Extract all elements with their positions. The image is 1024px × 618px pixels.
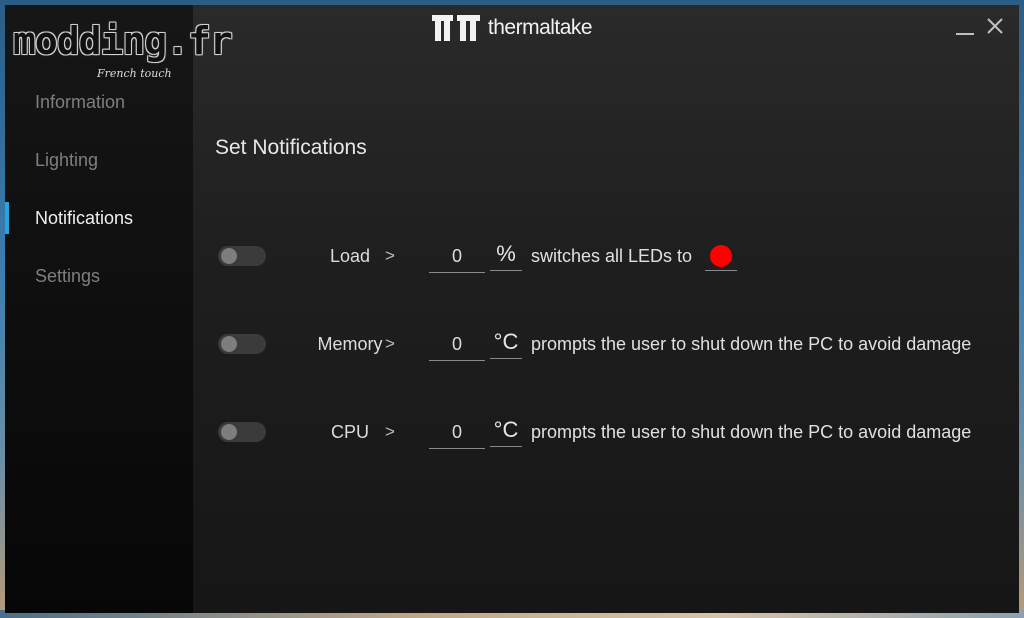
cpu-threshold-input[interactable] <box>429 416 485 449</box>
led-color-swatch <box>710 245 732 267</box>
row-operator: > <box>385 246 395 265</box>
notification-row-memory: Memory > °C prompts the user to shut dow… <box>215 324 995 364</box>
load-threshold-input[interactable] <box>429 240 485 273</box>
notification-row-cpu: CPU > °C prompts the user to shut down t… <box>215 412 995 452</box>
memory-threshold-input[interactable] <box>429 328 485 361</box>
main-panel: Set Notifications Load > % switches all … <box>193 5 1019 613</box>
sidebar: Information Lighting Notifications Setti… <box>5 5 193 613</box>
sidebar-item-information[interactable]: Information <box>5 82 193 122</box>
row-description: prompts the user to shut down the PC to … <box>531 334 972 354</box>
row-label: CPU <box>330 422 369 442</box>
memory-unit-select[interactable]: °C <box>490 328 522 359</box>
sidebar-item-label: Notifications <box>35 207 134 228</box>
load-toggle[interactable] <box>218 246 266 266</box>
load-unit-select[interactable]: % <box>490 240 522 271</box>
sidebar-item-label: Settings <box>35 265 101 286</box>
toggle-knob <box>221 248 237 264</box>
window-controls <box>955 15 1005 37</box>
memory-toggle[interactable] <box>218 334 266 354</box>
cpu-unit-select[interactable]: °C <box>490 416 522 447</box>
app-window: Information Lighting Notifications Setti… <box>5 5 1019 613</box>
led-color-picker[interactable] <box>705 240 737 271</box>
notification-row-load: Load > % switches all LEDs to <box>215 236 995 276</box>
toggle-knob <box>221 424 237 440</box>
active-indicator <box>5 202 9 234</box>
cpu-toggle[interactable] <box>218 422 266 442</box>
toggle-knob <box>221 336 237 352</box>
row-description: switches all LEDs to <box>531 246 693 266</box>
row-label: Load <box>329 246 371 266</box>
sidebar-item-settings[interactable]: Settings <box>5 256 193 296</box>
sidebar-item-label: Lighting <box>35 149 99 170</box>
minimize-icon[interactable] <box>955 15 975 37</box>
sidebar-item-label: Information <box>35 91 126 112</box>
sidebar-item-notifications[interactable]: Notifications <box>5 198 193 238</box>
sidebar-item-lighting[interactable]: Lighting <box>5 140 193 180</box>
row-operator: > <box>385 422 395 441</box>
row-description: prompts the user to shut down the PC to … <box>531 422 972 442</box>
row-operator: > <box>385 334 395 353</box>
row-label: Memory <box>317 334 383 354</box>
page-title: Set Notifications <box>215 136 367 159</box>
close-icon[interactable] <box>985 15 1005 37</box>
